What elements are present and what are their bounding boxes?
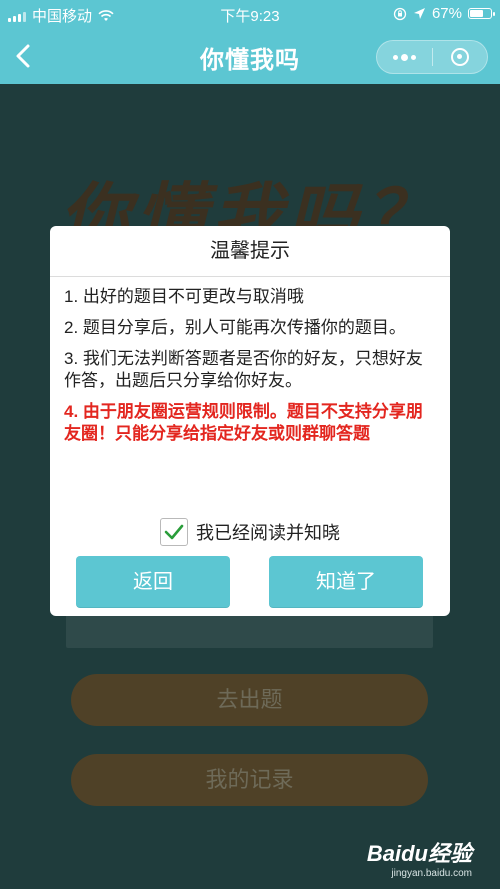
watermark-logo: Baidu经验 bbox=[366, 841, 472, 866]
battery-icon bbox=[468, 8, 495, 19]
back-button[interactable]: 返回 bbox=[76, 556, 230, 608]
rule-2: 2. 题目分享后，别人可能再次传播你的题目。 bbox=[64, 318, 406, 337]
battery-percent: 67% bbox=[431, 5, 462, 22]
orientation-lock-icon bbox=[393, 7, 407, 20]
watermark-url: jingyan.baidu.com bbox=[391, 868, 472, 879]
baidu-watermark: Baidu经验 jingyan.baidu.com bbox=[367, 836, 472, 879]
more-dots-icon bbox=[392, 53, 416, 61]
status-bar: 中国移动 下午9:23 67% bbox=[0, 0, 500, 28]
more-menu-button[interactable] bbox=[377, 41, 432, 73]
dialog-title: 温馨提示 bbox=[50, 226, 450, 277]
close-miniprogram-button[interactable] bbox=[433, 41, 488, 73]
acknowledge-row: 我已经阅读并知晓 bbox=[50, 518, 450, 546]
my-records-button: 我的记录 bbox=[71, 754, 428, 806]
acknowledge-label: 我已经阅读并知晓 bbox=[196, 523, 340, 543]
nav-bar: 你懂我吗 bbox=[0, 28, 500, 84]
create-question-button: 去出题 bbox=[71, 674, 428, 726]
checkmark-icon bbox=[164, 524, 184, 540]
rule-1: 1. 出好的题目不可更改与取消哦 bbox=[64, 287, 304, 306]
miniprogram-capsule bbox=[376, 40, 488, 74]
close-circle-icon bbox=[450, 48, 469, 66]
got-it-button[interactable]: 知道了 bbox=[269, 556, 423, 608]
rule-3: 3. 我们无法判断答题者是否你的好友，只想好友作答，出题后只分享给你好友。 bbox=[64, 349, 423, 390]
notice-dialog: 温馨提示 1. 出好的题目不可更改与取消哦 2. 题目分享后，别人可能再次传播你… bbox=[50, 226, 450, 616]
dialog-body: 1. 出好的题目不可更改与取消哦 2. 题目分享后，别人可能再次传播你的题目。 … bbox=[64, 286, 438, 454]
rule-4-warning: 4. 由于朋友圈运营规则限制。题目不支持分享朋友圈！只能分享给指定好友或则群聊答… bbox=[64, 402, 423, 443]
acknowledge-checkbox[interactable] bbox=[160, 518, 188, 546]
location-arrow-icon bbox=[413, 8, 425, 19]
status-right: 67% bbox=[393, 5, 495, 22]
battery-level bbox=[470, 10, 483, 17]
